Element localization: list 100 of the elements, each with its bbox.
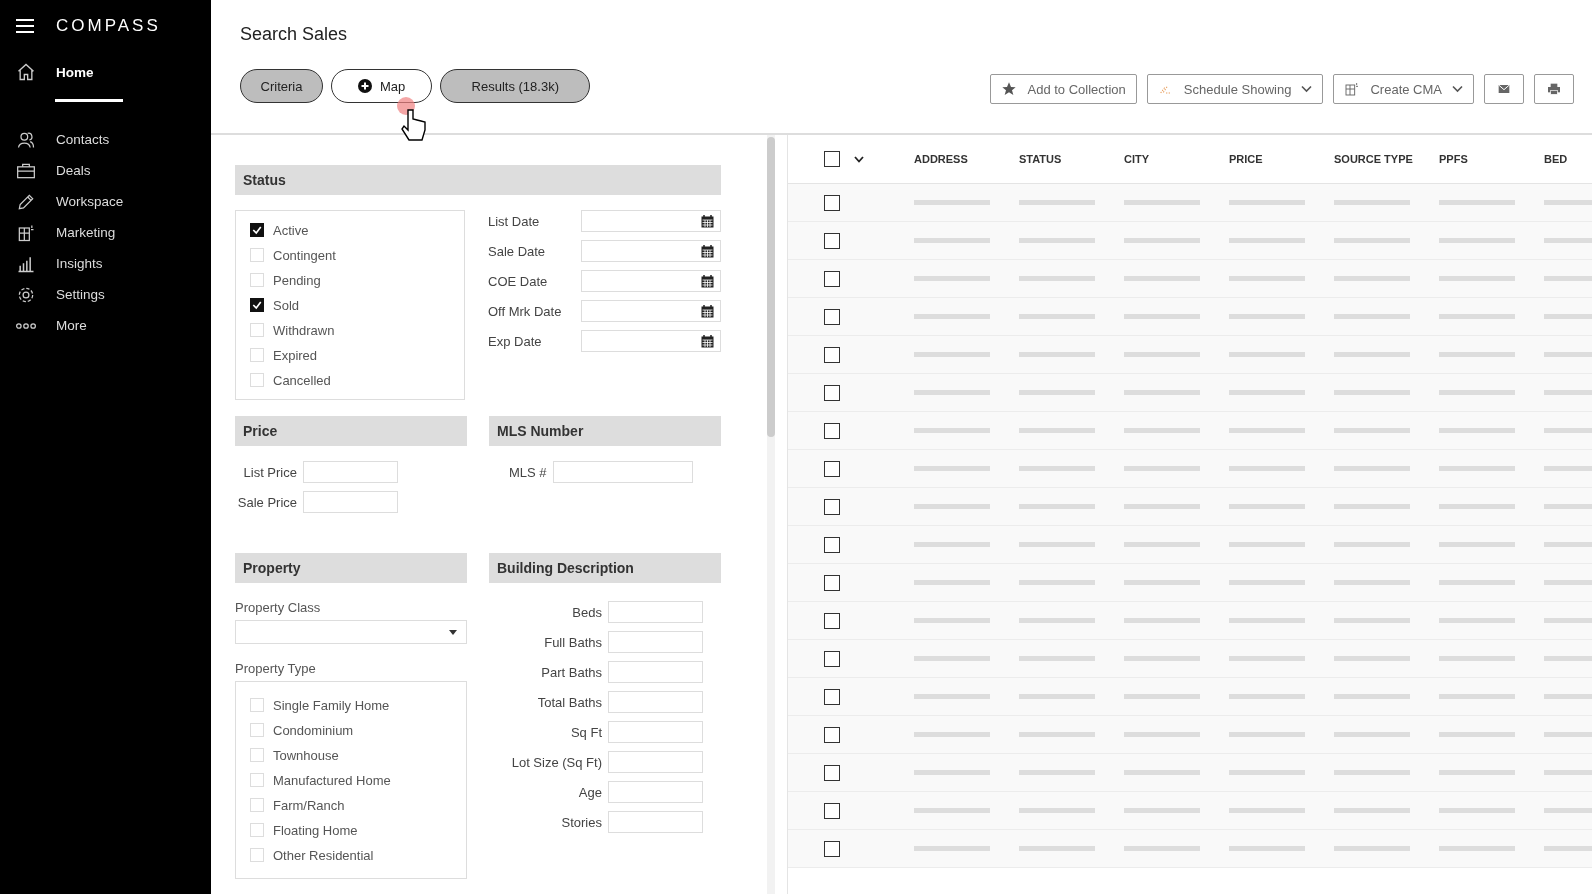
star-icon: [1001, 81, 1018, 97]
field-label: MLS #: [509, 464, 547, 480]
print-button[interactable]: [1534, 74, 1574, 104]
checkbox[interactable]: [824, 612, 840, 629]
checkbox[interactable]: [824, 270, 840, 287]
column-header: PPFS: [1439, 153, 1469, 165]
checkbox[interactable]: [824, 802, 840, 819]
checkbox[interactable]: [824, 384, 840, 401]
input-field[interactable]: [608, 601, 703, 623]
field-label: Sale Price: [236, 494, 297, 510]
email-button[interactable]: [1484, 74, 1524, 104]
date-field[interactable]: [581, 270, 721, 292]
toolbar-button[interactable]: Add to Collection: [990, 74, 1137, 104]
checkbox[interactable]: [824, 422, 840, 439]
field-label: Beds: [572, 604, 602, 620]
field-label: Age: [578, 784, 602, 800]
page-title: Search Sales: [240, 24, 349, 45]
checkbox[interactable]: [824, 574, 840, 591]
checkbox[interactable]: [824, 764, 840, 781]
caret-icon: [1301, 85, 1313, 93]
field-label: Full Baths: [544, 634, 602, 650]
dropdown-button[interactable]: Create CMA: [1333, 74, 1474, 104]
calendar-icon: [701, 214, 714, 228]
option-label: Floating Home: [273, 822, 358, 838]
column-header: SOURCE TYPE: [1334, 153, 1414, 165]
field-label: COE Date: [488, 273, 548, 289]
option-label: Sold: [273, 297, 300, 313]
checkbox[interactable]: [824, 151, 840, 167]
nav-item[interactable]: Marketing: [0, 217, 211, 248]
input-field[interactable]: [608, 691, 703, 713]
calendar-icon: [701, 304, 714, 318]
section-header: Building Description: [489, 553, 721, 583]
input-field[interactable]: [303, 461, 398, 483]
scrollbar[interactable]: [767, 135, 775, 894]
nav-item[interactable]: Deals: [0, 155, 211, 186]
option-label: Manufactured Home: [273, 772, 391, 788]
caret-icon[interactable]: [854, 155, 864, 163]
calendar-icon: [701, 274, 714, 288]
checkbox[interactable]: [824, 194, 840, 211]
section-header: Status: [235, 165, 721, 195]
checkbox[interactable]: [824, 536, 840, 553]
checkbox[interactable]: [824, 308, 840, 325]
dropdown-button[interactable]: Schedule Showing: [1146, 74, 1324, 104]
option-label: Withdrawn: [273, 322, 335, 338]
date-field[interactable]: [581, 330, 721, 352]
field-label: Total Baths: [537, 694, 602, 710]
caret-icon: [449, 629, 457, 635]
column-header: CITY: [1124, 153, 1151, 165]
nav-item[interactable]: Home: [0, 57, 211, 87]
checkbox[interactable]: [250, 223, 264, 237]
option-label: Pending: [273, 272, 321, 288]
tab[interactable]: Results (18.3k): [440, 69, 591, 103]
input-field[interactable]: [608, 661, 703, 683]
nav-item[interactable]: Contacts: [0, 124, 211, 155]
dropdown-field[interactable]: [235, 620, 467, 644]
tab[interactable]: Map: [331, 69, 433, 103]
more-icon: [16, 322, 36, 329]
checkbox[interactable]: [250, 298, 264, 312]
nav-item[interactable]: Workspace: [0, 186, 211, 217]
checkbox[interactable]: [824, 650, 840, 667]
date-field[interactable]: [581, 300, 721, 322]
input-field[interactable]: [303, 491, 398, 513]
printer-icon: [1546, 81, 1562, 97]
option-label: Expired: [273, 347, 318, 363]
menu-icon[interactable]: [16, 18, 34, 34]
column-header: ADDRESS: [914, 153, 969, 165]
column-header: STATUS: [1019, 153, 1063, 165]
checkbox[interactable]: [824, 726, 840, 743]
option-label: Other Residential: [273, 847, 374, 863]
field-label: Stories: [561, 814, 602, 830]
field-label: Property Type: [235, 661, 317, 676]
date-field[interactable]: [581, 240, 721, 262]
calendar-icon: [701, 334, 714, 348]
field-label: Property Class: [235, 600, 322, 615]
checkbox[interactable]: [824, 346, 840, 363]
tab[interactable]: Criteria: [240, 69, 323, 103]
nav-item[interactable]: More: [0, 310, 211, 341]
field-label: Off Mrk Date: [488, 303, 562, 319]
column-header: BED: [1544, 153, 1569, 165]
field-label: Exp Date: [488, 333, 542, 349]
checkbox[interactable]: [824, 498, 840, 515]
logo: COMPASS: [56, 16, 161, 36]
checkbox[interactable]: [824, 840, 840, 857]
option-label: Townhouse: [273, 747, 339, 763]
option-label: Farm/Ranch: [273, 797, 345, 813]
nav-item[interactable]: Settings: [0, 279, 211, 310]
input-field[interactable]: [608, 781, 703, 803]
input-field[interactable]: [608, 811, 703, 833]
option-label: Single Family Home: [273, 697, 390, 713]
option-label: Active: [273, 222, 309, 238]
input-field[interactable]: [608, 631, 703, 653]
checkbox[interactable]: [824, 460, 840, 477]
input-field[interactable]: [608, 751, 703, 773]
nav-item[interactable]: Insights: [0, 248, 211, 279]
input-field[interactable]: [608, 721, 703, 743]
checkbox[interactable]: [824, 688, 840, 705]
field-label: Lot Size (Sq Ft): [511, 754, 602, 770]
input-field[interactable]: [552, 461, 693, 483]
date-field[interactable]: [581, 210, 721, 232]
checkbox[interactable]: [824, 232, 840, 249]
